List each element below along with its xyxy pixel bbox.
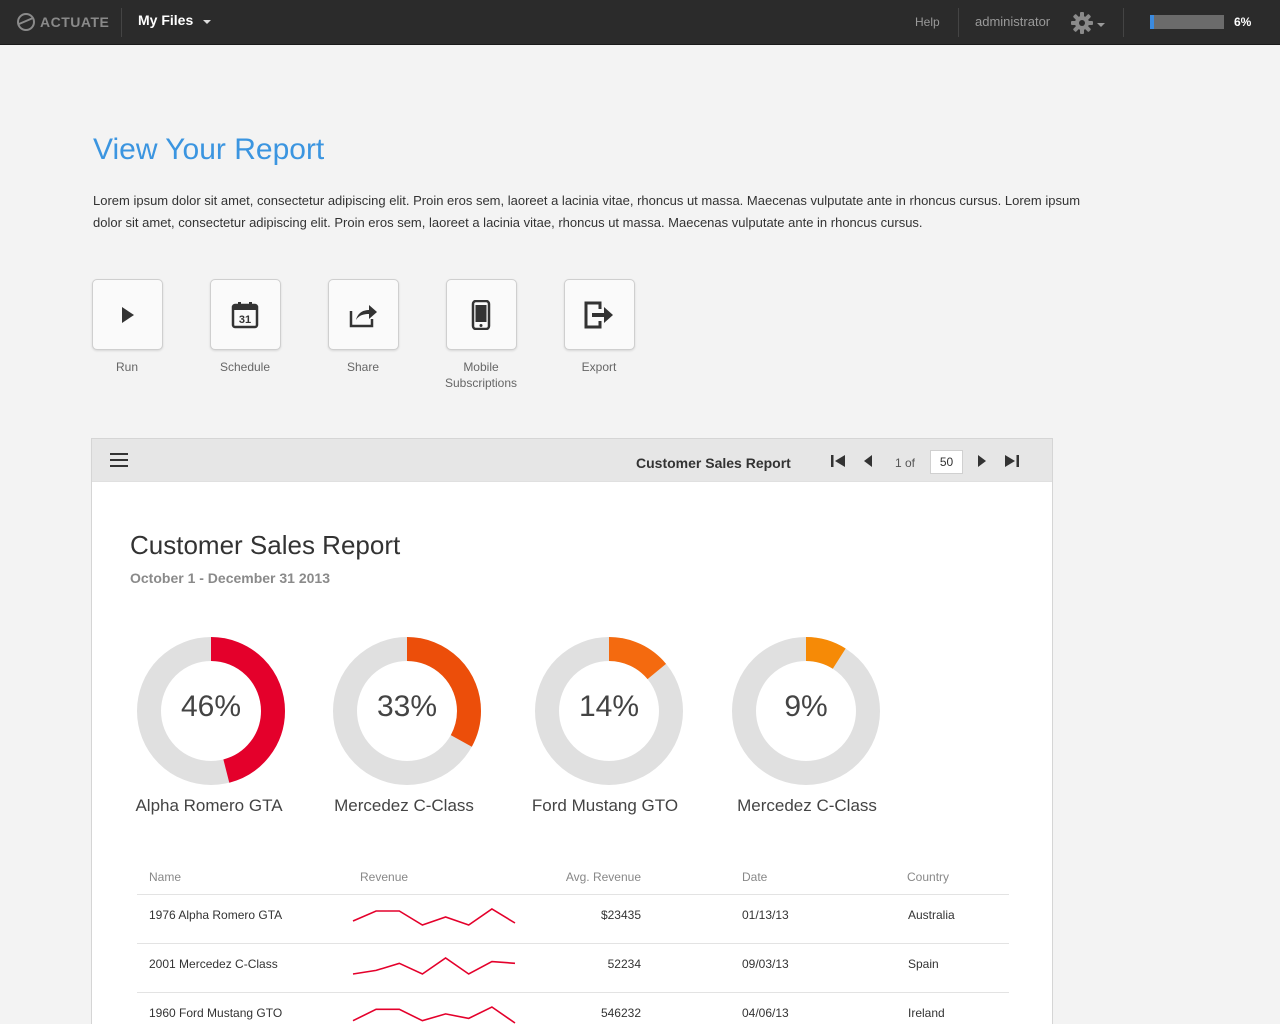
cell-country: Ireland	[908, 1006, 945, 1020]
page-description: Lorem ipsum dolor sit amet, consectetur …	[93, 193, 1081, 230]
run-button[interactable]	[91, 279, 163, 350]
next-page-icon	[978, 455, 986, 467]
donut-series-name: Alpha Romero GTA	[135, 796, 283, 815]
run-action: Run	[72, 279, 182, 375]
schedule-action: 31 Schedule	[190, 279, 300, 375]
sparkline-line	[352, 957, 516, 975]
report-title: Customer Sales Report	[130, 530, 401, 560]
calendar-icon: 31	[231, 301, 259, 328]
header-date[interactable]: Date	[742, 870, 767, 884]
first-page-button[interactable]	[829, 453, 847, 469]
table-header: Name Revenue Avg. Revenue Date Country	[137, 864, 1009, 895]
sparkline-line	[352, 1006, 516, 1024]
revenue-sparkline	[352, 957, 516, 975]
export-label: Export	[581, 360, 617, 374]
report-date-range: October 1 - December 31 2013	[130, 570, 330, 586]
divider	[121, 8, 122, 37]
storage-progress-bar	[1150, 15, 1224, 29]
actuate-logo[interactable]: ACTUATE	[16, 12, 109, 32]
my-files-menu[interactable]: My Files	[138, 12, 212, 28]
actuate-logo-icon	[17, 13, 35, 31]
header-name[interactable]: Name	[149, 870, 181, 884]
cell-name: 2001 Mercedez C-Class	[149, 957, 278, 971]
export-icon	[584, 301, 613, 328]
cell-date: 09/03/13	[742, 957, 789, 971]
cell-avg-revenue: 546232	[600, 1006, 641, 1020]
header-avg-revenue[interactable]: Avg. Revenue	[566, 870, 641, 884]
menu-icon[interactable]	[110, 453, 128, 467]
table-row[interactable]: 1960 Ford Mustang GTO 546232 04/06/13 Ir…	[137, 993, 1009, 1024]
logo-text: ACTUATE	[40, 14, 110, 30]
chevron-down-icon	[203, 19, 212, 24]
header-revenue[interactable]: Revenue	[360, 870, 408, 884]
divider	[958, 8, 959, 37]
schedule-button[interactable]: 31	[209, 279, 281, 350]
revenue-sparkline	[352, 908, 516, 926]
donut-percent: 33%	[376, 690, 438, 723]
divider	[1123, 8, 1124, 37]
cell-date: 01/13/13	[742, 908, 789, 922]
sparkline-line	[352, 908, 516, 926]
share-label: Share	[346, 360, 380, 374]
cell-avg-revenue: 52234	[607, 957, 641, 971]
cell-avg-revenue: $23435	[600, 908, 641, 922]
user-name[interactable]: administrator	[975, 14, 1050, 29]
mobile-subscriptions-label: Mobile Subscriptions	[444, 360, 518, 390]
header-country[interactable]: Country	[907, 870, 949, 884]
share-action: Share	[308, 279, 418, 375]
donut-chart-1: 46%	[136, 636, 286, 786]
play-icon	[122, 306, 134, 323]
cell-name: 1960 Ford Mustang GTO	[149, 1006, 283, 1020]
chevron-down-icon	[1097, 22, 1105, 27]
cell-name: 1976 Alpha Romero GTA	[149, 908, 283, 922]
progress-percent: 6%	[1234, 15, 1252, 29]
export-action: Export	[544, 279, 654, 375]
donut-series-name: Ford Mustang GTO	[531, 796, 679, 815]
cell-date: 04/06/13	[742, 1006, 789, 1020]
first-page-icon	[831, 455, 845, 467]
viewer-title: Customer Sales Report	[636, 455, 791, 471]
share-icon	[349, 304, 377, 327]
progress-fill	[1150, 15, 1155, 29]
report-viewer: Customer Sales Report 1 of Customer Sale…	[91, 438, 1053, 1024]
page-of-label: 1 of	[895, 456, 916, 470]
last-page-icon	[1005, 455, 1019, 467]
schedule-label: Schedule	[219, 360, 271, 374]
table-row[interactable]: 1976 Alpha Romero GTA $23435 01/13/13 Au…	[137, 895, 1009, 944]
gear-icon	[1071, 12, 1093, 34]
table-row[interactable]: 2001 Mercedez C-Class 52234 09/03/13 Spa…	[137, 944, 1009, 993]
help-link[interactable]: Help	[915, 15, 940, 29]
page-number-input[interactable]	[930, 450, 963, 474]
revenue-sparkline	[352, 1006, 516, 1024]
donut-percent: 46%	[180, 690, 242, 723]
calendar-day: 31	[239, 314, 251, 326]
sales-table: Name Revenue Avg. Revenue Date Country 1…	[137, 864, 1009, 1024]
settings-menu[interactable]	[1071, 12, 1105, 34]
prev-page-button[interactable]	[859, 453, 877, 469]
cell-country: Spain	[908, 957, 939, 971]
share-button[interactable]	[327, 279, 399, 350]
export-button[interactable]	[563, 279, 635, 350]
prev-page-icon	[864, 455, 872, 467]
viewer-toolbar: Customer Sales Report 1 of	[92, 439, 1052, 482]
mobile-icon	[471, 299, 491, 330]
page-title: View Your Report	[93, 133, 325, 166]
mobile-subscriptions-button[interactable]	[445, 279, 517, 350]
donut-chart-4: 9%	[731, 636, 881, 786]
donut-chart-2: 33%	[332, 636, 482, 786]
donut-percent: 14%	[578, 690, 640, 723]
last-page-button[interactable]	[1003, 453, 1021, 469]
mobile-subscriptions-action: Mobile Subscriptions	[426, 279, 536, 391]
my-files-label: My Files	[138, 12, 194, 28]
next-page-button[interactable]	[973, 453, 991, 469]
donut-series-name: Mercedez C-Class	[334, 796, 474, 815]
donut-chart-3: 14%	[534, 636, 684, 786]
donut-series-name: Mercedez C-Class	[737, 796, 877, 815]
top-bar: ACTUATE My Files Help administrator 6%	[0, 0, 1280, 45]
run-label: Run	[115, 360, 138, 374]
cell-country: Australia	[908, 908, 955, 922]
donut-percent: 9%	[784, 690, 828, 723]
